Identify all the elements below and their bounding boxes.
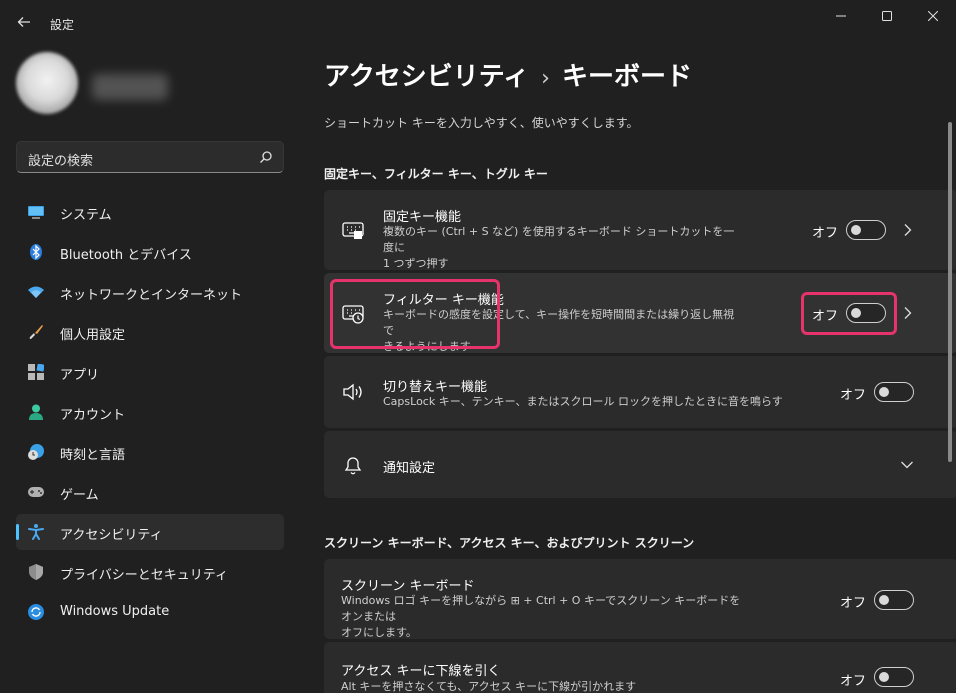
- breadcrumb-parent[interactable]: アクセシビリティ: [324, 62, 529, 92]
- highlight-box: [801, 292, 897, 335]
- card-description-line: オフにします。: [341, 626, 417, 639]
- card-description-line: 複数のキー (Ctrl + S など) を使用するキーボード ショートカットを一…: [383, 225, 735, 254]
- sidebar-item-system[interactable]: システム: [16, 194, 284, 230]
- sidebar-item-privacy[interactable]: プライバシーとセキュリティ: [16, 554, 284, 590]
- toggle-state-label: オフ: [812, 226, 839, 241]
- chevron-down-icon[interactable]: [900, 458, 914, 472]
- sticky-keys-card[interactable]: 固定キー機能 複数のキー (Ctrl + S など) を使用するキーボード ショ…: [324, 190, 956, 270]
- scrollbar[interactable]: [948, 122, 952, 462]
- close-button[interactable]: [910, 0, 956, 32]
- sidebar-item-label: 個人用設定: [60, 328, 126, 343]
- toggle-state-label: オフ: [840, 674, 867, 689]
- sidebar-item-windows-update[interactable]: Windows Update: [16, 594, 284, 630]
- sidebar-item-label: 時刻と言語: [60, 448, 126, 463]
- highlight-box: [330, 279, 500, 349]
- sidebar-item-label: プライバシーとセキュリティ: [60, 568, 228, 583]
- sidebar-item-label: Bluetooth とデバイス: [60, 248, 192, 263]
- page-title: キーボード: [561, 62, 692, 92]
- toggle-knob: [879, 387, 889, 397]
- person-icon: [29, 404, 43, 420]
- shield-icon: [29, 564, 43, 580]
- sidebar-item-accessibility[interactable]: アクセシビリティ: [16, 514, 284, 550]
- toggle-knob: [851, 225, 861, 235]
- chevron-right-icon[interactable]: [901, 223, 915, 237]
- app-title: 設定: [50, 18, 75, 32]
- sticky-keys-toggle[interactable]: [846, 220, 886, 240]
- on-screen-keyboard-toggle[interactable]: [874, 590, 914, 610]
- sidebar-item-accounts[interactable]: アカウント: [16, 394, 284, 430]
- accessibility-icon: [28, 524, 44, 540]
- breadcrumb-separator: ›: [541, 66, 550, 91]
- minimize-icon: [836, 15, 846, 17]
- card-description: CapsLock キー、テンキー、またはスクロール ロックを押したときに音を鳴ら…: [383, 395, 783, 408]
- sidebar-item-label: ゲーム: [60, 488, 99, 503]
- card-description: 複数のキー (Ctrl + S など) を使用するキーボード ショートカットを一…: [383, 224, 743, 272]
- minimize-button[interactable]: [818, 0, 864, 32]
- sidebar-item-bluetooth[interactable]: Bluetooth とデバイス: [16, 234, 284, 270]
- sidebar-item-label: ネットワークとインターネット: [60, 288, 243, 303]
- card-title: スクリーン キーボード: [341, 579, 475, 594]
- card-description: Windows ロゴ キーを押しながら ⊞ + Ctrl + O キーでスクリー…: [341, 593, 751, 641]
- card-title: 固定キー機能: [383, 210, 462, 225]
- search-placeholder: 設定の検索: [28, 154, 94, 169]
- page-description: ショートカット キーを入力しやすく、使いやすくします。: [324, 116, 639, 130]
- sidebar-item-label: アカウント: [60, 408, 126, 423]
- card-title: 通知設定: [383, 461, 436, 476]
- toggle-keys-card[interactable]: 切り替えキー機能 CapsLock キー、テンキー、またはスクロール ロックを押…: [324, 356, 956, 428]
- notification-settings-card[interactable]: 通知設定: [324, 431, 956, 498]
- brush-icon: [29, 325, 43, 339]
- sidebar-item-network[interactable]: ネットワークとインターネット: [16, 274, 284, 310]
- back-button[interactable]: [12, 10, 36, 34]
- apps-icon: [28, 364, 44, 380]
- profile-name-blurred: [92, 74, 168, 100]
- display-icon: [28, 206, 44, 219]
- sidebar-item-label: Windows Update: [60, 604, 170, 619]
- sidebar-item-gaming[interactable]: ゲーム: [16, 474, 284, 510]
- toggle-state-label: オフ: [840, 388, 867, 403]
- card-description-line: Windows ロゴ キーを押しながら ⊞ + Ctrl + O キーでスクリー…: [341, 594, 741, 623]
- toggle-knob: [879, 595, 889, 605]
- card-description-line: 1 つずつ押す: [383, 257, 449, 270]
- toggle-keys-toggle[interactable]: [874, 382, 914, 402]
- access-keys-toggle[interactable]: [874, 667, 914, 687]
- clock-globe-icon: [28, 444, 44, 460]
- sidebar-item-time-language[interactable]: 時刻と言語: [16, 434, 284, 470]
- keyboard-sticky-icon: [342, 222, 364, 239]
- back-arrow-icon: [17, 17, 30, 27]
- card-title: アクセス キーに下線を引く: [341, 664, 501, 679]
- avatar[interactable]: [16, 52, 78, 114]
- section-title: スクリーン キーボード、アクセス キー、およびプリント スクリーン: [324, 536, 695, 550]
- maximize-icon: [882, 11, 892, 21]
- on-screen-keyboard-card[interactable]: スクリーン キーボード Windows ロゴ キーを押しながら ⊞ + Ctrl…: [324, 559, 956, 639]
- speaker-icon: [343, 383, 362, 401]
- wifi-icon: [28, 286, 44, 298]
- breadcrumb: アクセシビリティ › キーボード: [324, 56, 692, 93]
- section-title: 固定キー、フィルター キー、トグル キー: [324, 167, 548, 181]
- update-icon: [28, 604, 44, 620]
- chevron-right-icon[interactable]: [901, 306, 915, 320]
- sidebar-item-apps[interactable]: アプリ: [16, 354, 284, 390]
- gamepad-icon: [28, 487, 44, 497]
- sidebar-item-label: アクセシビリティ: [60, 528, 163, 543]
- toggle-knob: [879, 672, 889, 682]
- sidebar-nav: システム Bluetooth とデバイス ネットワークとインターネット 個人用設…: [16, 194, 284, 634]
- access-keys-card[interactable]: アクセス キーに下線を引く Alt キーを押さなくても、アクセス キーに下線が引…: [324, 642, 956, 693]
- search-icon[interactable]: [259, 150, 273, 164]
- close-icon: [928, 11, 938, 21]
- bell-icon: [344, 457, 362, 475]
- maximize-button[interactable]: [864, 0, 910, 32]
- toggle-state-label: オフ: [840, 596, 867, 611]
- search-input[interactable]: 設定の検索: [16, 141, 284, 173]
- sidebar-item-label: システム: [60, 208, 112, 223]
- bluetooth-icon: [30, 244, 42, 260]
- card-description: Alt キーを押さなくても、アクセス キーに下線が引かれます: [341, 680, 637, 693]
- title-bar: 設定: [0, 0, 956, 46]
- card-title: 切り替えキー機能: [383, 380, 488, 395]
- sidebar-item-label: アプリ: [60, 368, 100, 383]
- sidebar-item-personalization[interactable]: 個人用設定: [16, 314, 284, 350]
